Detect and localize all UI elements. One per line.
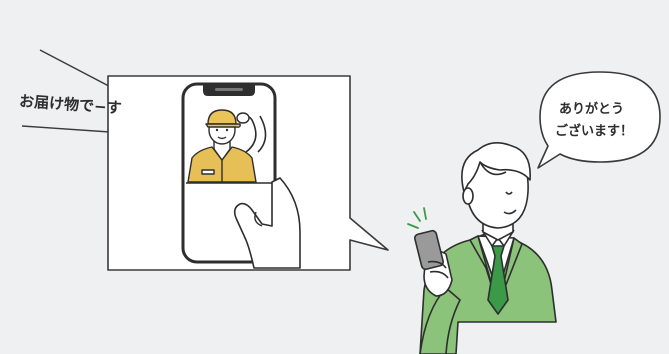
- reply-speech-text: ありがとう ございます！: [555, 99, 655, 143]
- excitement-marks: [407, 207, 427, 229]
- scene-artwork: [21, 49, 661, 354]
- businessman-illustration: [414, 142, 557, 354]
- reply-line-2: ございます！: [555, 124, 634, 139]
- illustration-scene: お届け物で−す ありがとう ございます！: [0, 0, 669, 354]
- reply-line-1: ありがとう: [559, 102, 625, 117]
